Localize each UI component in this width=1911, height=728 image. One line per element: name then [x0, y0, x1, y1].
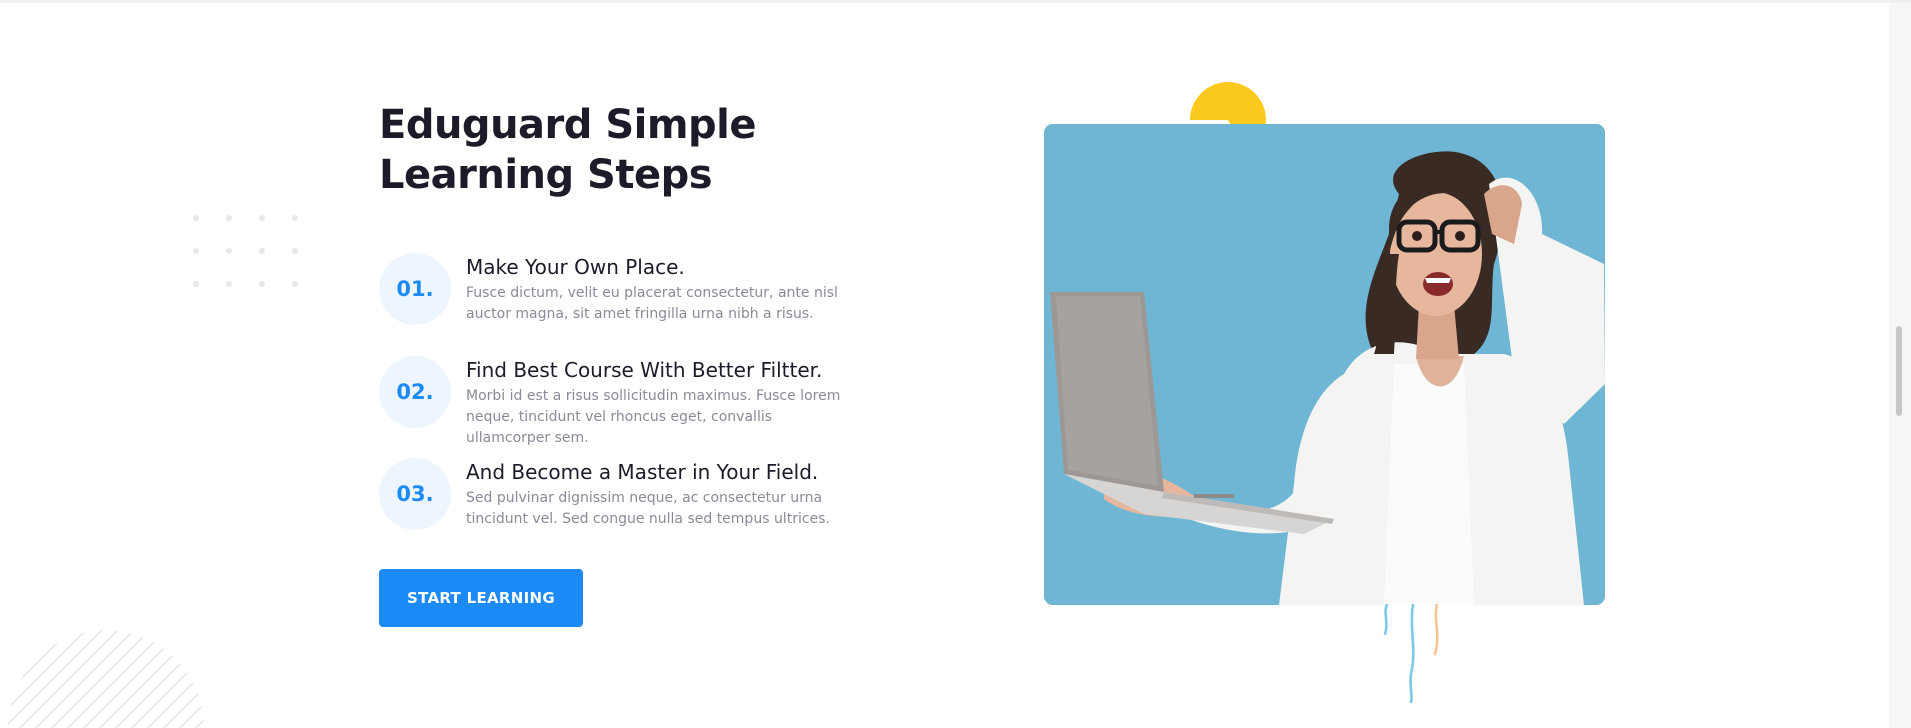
- step-description: Sed pulvinar dignissim neque, ac consect…: [466, 490, 830, 527]
- top-border: [0, 0, 1911, 3]
- dot-grid-icon: [193, 215, 303, 295]
- hero-photo: [1044, 124, 1605, 605]
- person-with-laptop-illustration: [1044, 124, 1605, 605]
- section-heading: Eduguard Simple Learning Steps: [379, 102, 757, 198]
- step-item: 02. Find Best Course With Better Filtter…: [379, 356, 849, 456]
- page-scrollbar[interactable]: [1889, 3, 1911, 728]
- step-title: Find Best Course With Better Filtter.: [466, 358, 823, 382]
- step-title: And Become a Master in Your Field.: [466, 460, 819, 484]
- step-description: Morbi id est a risus sollicitudin maximu…: [466, 388, 841, 446]
- step-number: 03.: [379, 458, 451, 530]
- step-item: 03. And Become a Master in Your Field. S…: [379, 458, 849, 538]
- start-learning-button[interactable]: START LEARNING: [379, 569, 583, 627]
- scrollbar-thumb[interactable]: [1896, 326, 1902, 416]
- diagonal-stripes-icon: [8, 630, 204, 728]
- step-number: 01.: [379, 253, 451, 325]
- step-item: 01. Make Your Own Place. Fusce dictum, v…: [379, 253, 849, 333]
- step-title: Make Your Own Place.: [466, 255, 685, 279]
- step-description: Fusce dictum, velit eu placerat consecte…: [466, 285, 838, 322]
- colored-streaks-icon: [1383, 604, 1439, 704]
- step-number: 02.: [379, 356, 451, 428]
